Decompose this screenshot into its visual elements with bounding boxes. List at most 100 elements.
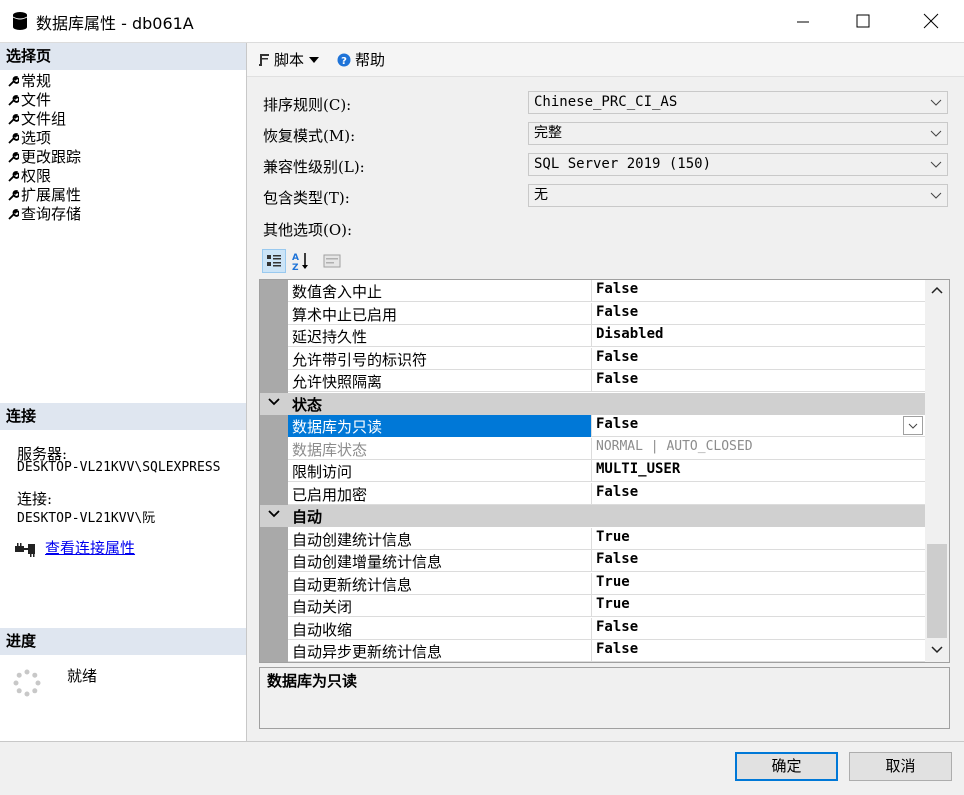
property-row[interactable]: 允许快照隔离 False — [288, 370, 925, 392]
wrench-icon — [8, 91, 21, 112]
property-row[interactable]: 限制访问 MULTI_USER — [288, 460, 925, 482]
categorized-view-button[interactable] — [262, 249, 286, 273]
column-divider — [591, 595, 592, 617]
column-divider — [591, 325, 592, 347]
wrench-icon — [8, 129, 21, 150]
alphabetical-sort-button[interactable]: A Z — [289, 249, 313, 273]
column-divider — [591, 618, 592, 640]
nav-item[interactable]: 常规 — [8, 72, 51, 91]
nav-item[interactable]: 文件 — [8, 91, 51, 110]
containment-label: 包含类型(T): — [263, 189, 350, 207]
property-name: 自动创建统计信息 — [292, 531, 413, 549]
help-button[interactable]: ? 帮助 — [337, 49, 385, 70]
property-row[interactable]: 数值舍入中止 False — [288, 280, 925, 302]
property-name: 允许快照隔离 — [292, 373, 383, 391]
collation-value: Chinese_PRC_CI_AS — [534, 94, 678, 110]
cancel-button[interactable]: 取消 — [849, 752, 952, 781]
scroll-down-icon[interactable] — [931, 646, 943, 654]
close-icon — [923, 13, 939, 29]
maximize-icon — [856, 14, 870, 28]
progress-spinner-icon — [13, 669, 41, 697]
wrench-icon — [8, 167, 21, 188]
property-value: True — [596, 529, 630, 545]
minimize-icon — [797, 21, 809, 23]
collapse-chevron-icon[interactable] — [268, 508, 280, 520]
property-row[interactable]: 自动创建统计信息 True — [288, 528, 925, 550]
column-divider — [591, 573, 592, 595]
property-value: True — [596, 596, 630, 612]
column-divider — [591, 303, 592, 325]
property-value: False — [596, 484, 639, 500]
property-name: 自动关闭 — [292, 598, 353, 616]
column-divider — [591, 438, 592, 460]
scroll-up-icon[interactable] — [931, 286, 943, 294]
nav-item[interactable]: 扩展属性 — [8, 186, 81, 205]
help-icon: ? — [337, 53, 351, 67]
wrench-icon — [8, 186, 21, 207]
property-row[interactable]: 已启用加密 False — [288, 483, 925, 505]
category-row[interactable]: 状态 — [260, 393, 925, 415]
containment-select[interactable]: 无 — [528, 184, 948, 207]
nav-item[interactable]: 选项 — [8, 129, 51, 148]
recovery-model-select[interactable]: 完整 — [528, 122, 948, 145]
maximize-button[interactable] — [838, 0, 888, 42]
property-row[interactable]: 数据库状态 NORMAL | AUTO_CLOSED — [288, 438, 925, 460]
property-name: 自动更新统计信息 — [292, 576, 413, 594]
compat-level-select[interactable]: SQL Server 2019 (150) — [528, 153, 948, 176]
property-row[interactable]: 自动关闭 True — [288, 595, 925, 617]
category-row[interactable]: 自动 — [260, 505, 925, 527]
property-row[interactable]: 自动创建增量统计信息 False — [288, 550, 925, 572]
vertical-scrollbar[interactable] — [925, 280, 949, 662]
server-value: DESKTOP-VL21KVV\SQLEXPRESS — [17, 460, 221, 475]
connection-value: DESKTOP-VL21KVV\阮 — [17, 511, 156, 526]
property-grid: 数值舍入中止 False 算术中止已启用 False 延迟持久性 Disabled 允许带引… — [259, 279, 950, 663]
nav-item[interactable]: 文件组 — [8, 110, 66, 129]
script-dropdown-button[interactable]: 脚本 — [257, 49, 321, 70]
property-row[interactable]: 数据库为只读 False — [288, 415, 925, 437]
nav-item[interactable]: 更改跟踪 — [8, 148, 81, 167]
chevron-down-icon — [929, 154, 943, 175]
collapse-chevron-icon[interactable] — [268, 396, 280, 408]
progress-status: 就绪 — [67, 667, 98, 685]
property-value: False — [596, 619, 639, 635]
view-connection-properties-link[interactable]: 查看连接属性 — [45, 537, 135, 558]
wrench-icon — [8, 148, 21, 169]
collation-select[interactable]: Chinese_PRC_CI_AS — [528, 91, 948, 114]
property-name: 数值舍入中止 — [292, 283, 383, 301]
nav-item[interactable]: 查询存储 — [8, 205, 81, 224]
nav-item-label: 查询存储 — [21, 205, 82, 223]
nav-item[interactable]: 权限 — [8, 167, 51, 186]
column-divider — [591, 640, 592, 662]
column-divider — [591, 528, 592, 550]
wrench-icon — [8, 205, 21, 226]
property-value: MULTI_USER — [596, 461, 681, 477]
svg-text:?: ? — [341, 56, 347, 67]
ok-button[interactable]: 确定 — [735, 752, 838, 781]
grid-gutter — [260, 280, 288, 662]
left-pane: 选择页 常规 文件 文件组 选项 更改跟踪 权限 扩展属性 查询存储 连接 服务器: DESK… — [0, 43, 247, 741]
property-row[interactable]: 允许带引号的标识符 False — [288, 348, 925, 370]
value-dropdown-button[interactable] — [903, 416, 923, 435]
property-row[interactable]: 算术中止已启用 False — [288, 303, 925, 325]
compat-label: 兼容性级别(L): — [263, 158, 365, 176]
property-value: False — [596, 304, 639, 320]
nav-item-label: 权限 — [21, 167, 52, 185]
window-title: 数据库属性 - db061A — [36, 14, 194, 33]
minimize-button[interactable] — [778, 0, 828, 42]
property-row[interactable]: 自动异步更新统计信息 False — [288, 640, 925, 662]
property-value: NORMAL | AUTO_CLOSED — [596, 439, 753, 454]
nav-item-label: 选项 — [21, 129, 52, 147]
column-divider — [591, 370, 592, 392]
svg-text:A: A — [292, 253, 299, 263]
close-button[interactable] — [906, 0, 956, 42]
connection-header: 连接 — [0, 403, 246, 430]
scrollbar-thumb[interactable] — [927, 544, 947, 638]
property-row[interactable]: 自动更新统计信息 True — [288, 573, 925, 595]
property-row[interactable]: 自动收缩 False — [288, 618, 925, 640]
property-row[interactable]: 延迟持久性 Disabled — [288, 325, 925, 347]
connection-label: 连接: — [17, 490, 53, 508]
column-divider — [591, 280, 592, 302]
nav-item-label: 文件 — [21, 91, 52, 109]
chevron-down-icon — [929, 123, 943, 144]
property-value: Disabled — [596, 326, 664, 342]
